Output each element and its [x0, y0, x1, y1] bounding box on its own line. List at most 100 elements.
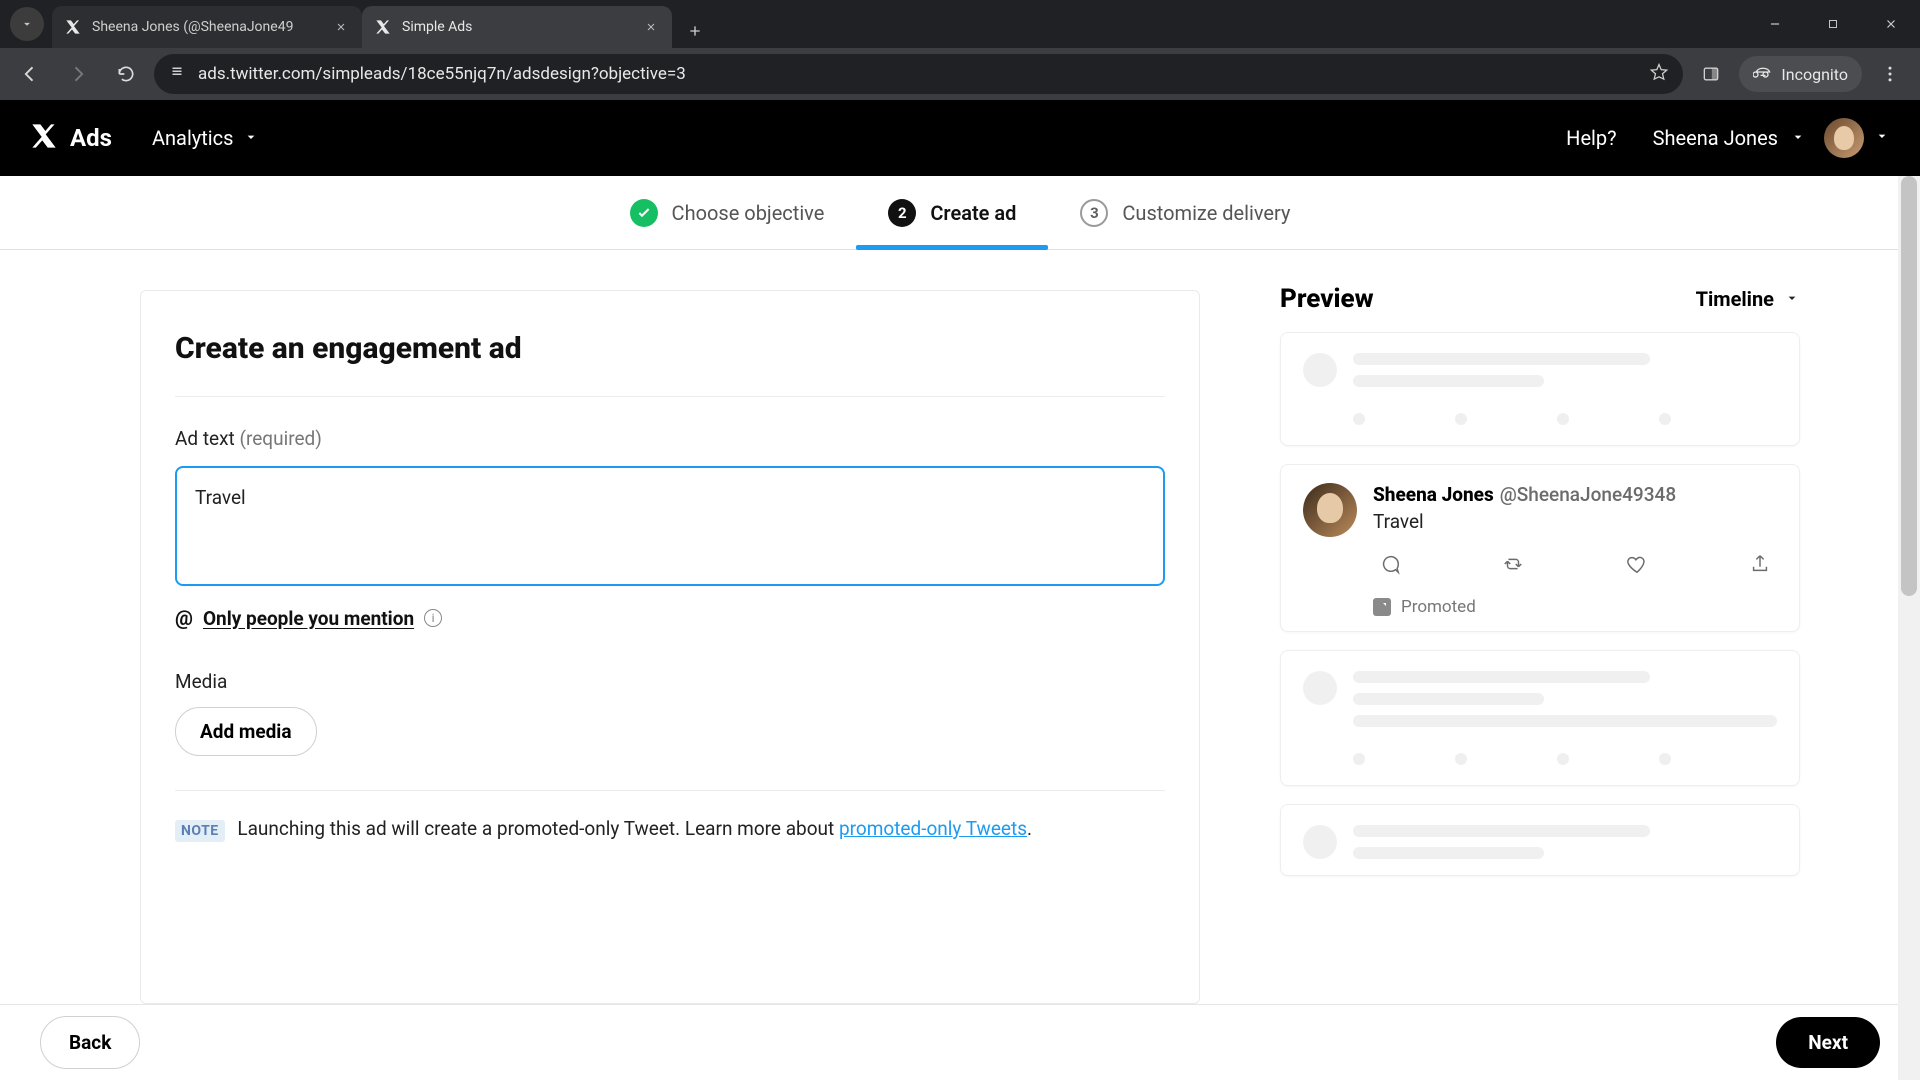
- scrollbar-thumb[interactable]: [1901, 176, 1917, 596]
- forward-button[interactable]: [58, 54, 98, 94]
- retweet-icon[interactable]: [1502, 553, 1524, 579]
- note-text: Launching this ad will create a promoted…: [233, 817, 839, 840]
- label-text: Ad text: [175, 427, 239, 450]
- promoted-badge-icon: [1373, 598, 1391, 616]
- browser-tab[interactable]: Sheena Jones (@SheenaJone49: [52, 6, 362, 48]
- chevron-down-icon: [1784, 287, 1800, 311]
- close-icon[interactable]: [332, 18, 350, 36]
- create-ad-card: Create an engagement ad Ad text (require…: [140, 290, 1200, 1004]
- tab-strip: Sheena Jones (@SheenaJone49 Simple Ads: [52, 0, 712, 48]
- back-button[interactable]: Back: [40, 1016, 140, 1069]
- skeleton-tweet: [1280, 650, 1800, 786]
- step-label: Customize delivery: [1122, 201, 1290, 225]
- account-switcher[interactable]: [1874, 128, 1890, 148]
- avatar: [1303, 483, 1357, 537]
- incognito-label: Incognito: [1781, 65, 1848, 84]
- promoted-text: Promoted: [1401, 597, 1476, 617]
- skeleton-line: [1353, 715, 1777, 727]
- tab-search-button[interactable]: [10, 7, 44, 41]
- skeleton-dot: [1353, 753, 1365, 765]
- browser-titlebar: Sheena Jones (@SheenaJone49 Simple Ads: [0, 0, 1920, 48]
- check-icon: [630, 199, 658, 227]
- avatar[interactable]: [1824, 118, 1864, 158]
- tab-title: Simple Ads: [402, 19, 632, 35]
- browser-menu-button[interactable]: [1870, 54, 1910, 94]
- chevron-down-icon: [243, 126, 259, 150]
- skeleton-dot: [1557, 753, 1569, 765]
- preview-tweet: Sheena Jones @SheenaJone49348 Travel Prom…: [1280, 464, 1800, 632]
- next-button[interactable]: Next: [1776, 1017, 1880, 1068]
- step-label: Choose objective: [672, 201, 825, 225]
- skeleton-line: [1353, 375, 1544, 387]
- x-icon: [64, 18, 82, 36]
- url-text: ads.twitter.com/simpleads/18ce55njq7n/ad…: [198, 64, 1637, 84]
- skeleton-tweet: [1280, 332, 1800, 446]
- skeleton-line: [1353, 693, 1544, 705]
- step-number: 3: [1080, 199, 1108, 227]
- reply-icon[interactable]: [1379, 553, 1401, 579]
- user-menu[interactable]: Sheena Jones: [1653, 126, 1806, 150]
- skeleton-avatar: [1303, 825, 1337, 859]
- note-period: .: [1027, 817, 1032, 840]
- skeleton-dot: [1455, 753, 1467, 765]
- side-panel-button[interactable]: [1691, 54, 1731, 94]
- preview-scope-dropdown[interactable]: Timeline: [1696, 287, 1800, 311]
- skeleton-tweet: [1280, 804, 1800, 876]
- promoted-label: Promoted: [1373, 597, 1777, 617]
- stepper: Choose objective 2 Create ad 3 Customize…: [0, 176, 1920, 250]
- label-hint: (required): [239, 427, 321, 450]
- like-icon[interactable]: [1626, 553, 1648, 579]
- mention-link[interactable]: Only people you mention: [203, 607, 414, 630]
- mention-row[interactable]: @ Only people you mention i: [175, 606, 1165, 630]
- promoted-tweets-link[interactable]: promoted-only Tweets: [839, 817, 1027, 840]
- brand-logo[interactable]: Ads: [30, 122, 112, 154]
- skeleton-avatar: [1303, 671, 1337, 705]
- minimize-button[interactable]: [1746, 0, 1804, 48]
- step-label: Create ad: [930, 201, 1016, 225]
- back-button[interactable]: [10, 54, 50, 94]
- media-label: Media: [175, 670, 1165, 693]
- note-badge: NOTE: [175, 820, 225, 842]
- add-media-button[interactable]: Add media: [175, 707, 317, 756]
- user-name: Sheena Jones: [1653, 126, 1778, 150]
- vertical-scrollbar[interactable]: [1898, 176, 1920, 1080]
- at-icon: @: [175, 606, 193, 630]
- step-create-ad[interactable]: 2 Create ad: [876, 176, 1028, 249]
- site-info-icon[interactable]: [168, 63, 186, 86]
- skeleton-dot: [1659, 413, 1671, 425]
- skeleton-avatar: [1303, 353, 1337, 387]
- step-customize-delivery[interactable]: 3 Customize delivery: [1068, 176, 1302, 249]
- content-area: Create an engagement ad Ad text (require…: [0, 250, 1920, 1004]
- skeleton-line: [1353, 825, 1650, 837]
- tweet-text: Travel: [1373, 510, 1777, 533]
- window-controls: [1746, 0, 1920, 48]
- bookmark-icon[interactable]: [1649, 62, 1669, 87]
- tweet-author-name: Sheena Jones: [1373, 483, 1494, 506]
- incognito-chip[interactable]: Incognito: [1739, 56, 1862, 92]
- step-number: 2: [888, 199, 916, 227]
- close-icon[interactable]: [642, 18, 660, 36]
- chevron-down-icon: [1790, 126, 1806, 150]
- maximize-button[interactable]: [1804, 0, 1862, 48]
- ad-text-input[interactable]: [175, 466, 1165, 586]
- share-icon[interactable]: [1749, 553, 1771, 579]
- tab-title: Sheena Jones (@SheenaJone49: [92, 19, 322, 35]
- note-row: NOTE Launching this ad will create a pro…: [175, 790, 1165, 840]
- tweet-author-handle: @SheenaJone49348: [1500, 483, 1676, 506]
- skeleton-dot: [1659, 753, 1671, 765]
- skeleton-dot: [1455, 413, 1467, 425]
- info-icon[interactable]: i: [424, 609, 442, 627]
- nav-analytics[interactable]: Analytics: [152, 126, 260, 150]
- ad-text-label: Ad text (required): [175, 427, 1165, 450]
- browser-tab[interactable]: Simple Ads: [362, 6, 672, 48]
- help-link[interactable]: Help?: [1566, 126, 1616, 150]
- address-bar[interactable]: ads.twitter.com/simpleads/18ce55njq7n/ad…: [154, 54, 1683, 94]
- close-window-button[interactable]: [1862, 0, 1920, 48]
- skeleton-dot: [1557, 413, 1569, 425]
- x-icon: [374, 18, 392, 36]
- skeleton-line: [1353, 847, 1544, 859]
- preview-header: Preview Timeline: [1280, 284, 1800, 314]
- step-choose-objective[interactable]: Choose objective: [618, 176, 837, 249]
- new-tab-button[interactable]: [678, 14, 712, 48]
- reload-button[interactable]: [106, 54, 146, 94]
